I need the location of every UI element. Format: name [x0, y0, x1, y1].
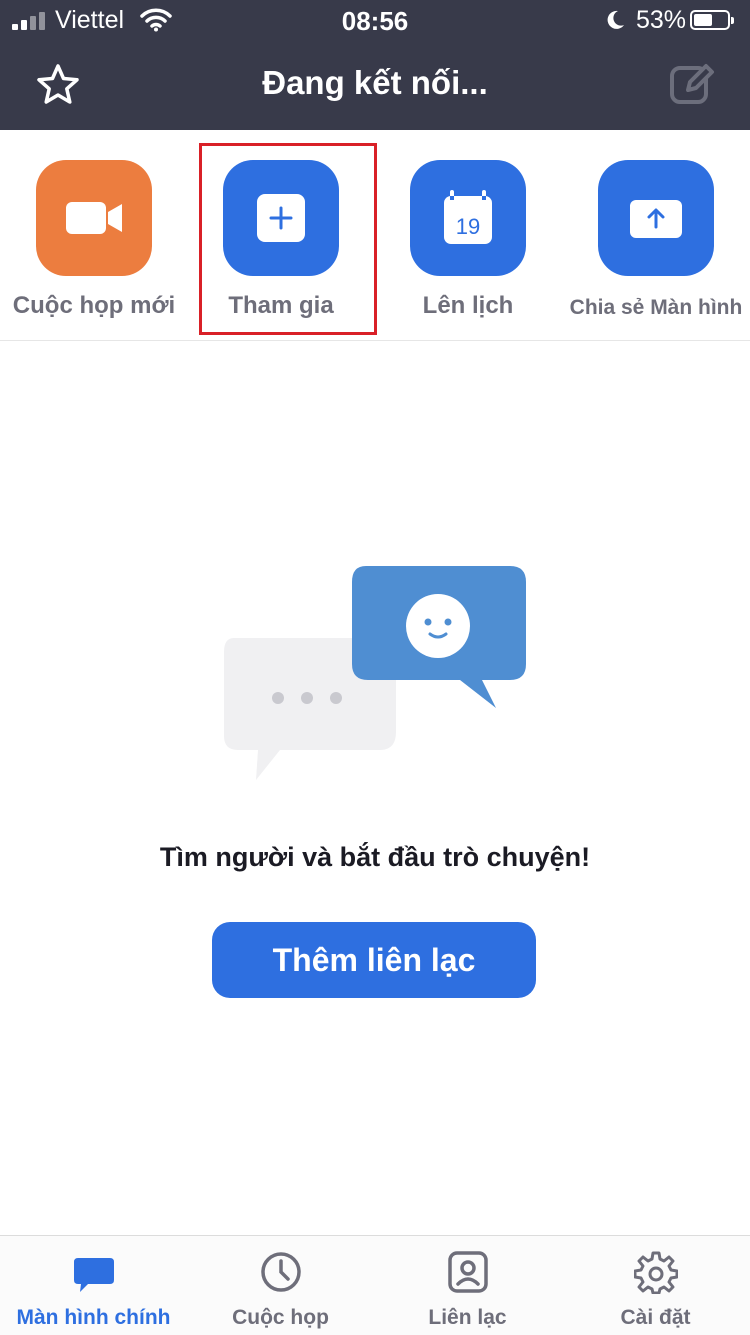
schedule-label: Lên lịch [422, 292, 514, 319]
tab-bar: Màn hình chính Cuộc họp Liên lạc Cài đặt [0, 1235, 750, 1335]
clock-icon [260, 1252, 301, 1292]
schedule-button[interactable]: 19 Lên lịch [374, 130, 562, 340]
share-screen-button[interactable]: Chia sẻ Màn hình [562, 130, 750, 340]
new-meeting-label: Cuộc họp mới [12, 292, 176, 319]
new-meeting-tile[interactable] [36, 160, 152, 276]
header-bar: Đang kết nối... [0, 40, 750, 130]
chat-bubbles-illustration [224, 566, 526, 780]
status-bar: Viettel 08:56 53% [0, 0, 750, 40]
schedule-tile[interactable]: 19 [410, 160, 526, 276]
new-meeting-button[interactable]: Cuộc họp mới [0, 130, 188, 340]
calendar-day: 19 [456, 214, 480, 239]
tab-meetings[interactable]: Cuộc họp [187, 1236, 374, 1335]
tab-contacts[interactable]: Liên lạc [374, 1236, 561, 1335]
calendar-icon: 19 [444, 190, 492, 244]
share-screen-icon [630, 200, 682, 238]
tab-settings-label: Cài đặt [620, 1306, 691, 1329]
contact-icon [447, 1251, 488, 1293]
tab-home-label: Màn hình chính [16, 1306, 171, 1329]
battery-icon [690, 10, 734, 30]
share-screen-label: Chia sẻ Màn hình [569, 296, 743, 319]
highlight-box [199, 143, 377, 335]
compose-icon[interactable] [668, 60, 716, 108]
tab-meetings-label: Cuộc họp [232, 1306, 329, 1329]
tab-home[interactable]: Màn hình chính [0, 1236, 187, 1335]
video-camera-icon [66, 202, 122, 234]
empty-state-message: Tìm người và bắt đầu trò chuyện! [159, 842, 591, 872]
battery-percent: 53% [635, 6, 686, 34]
chat-icon [73, 1258, 114, 1292]
add-contact-button[interactable]: Thêm liên lạc [212, 922, 536, 998]
gear-icon [633, 1251, 678, 1294]
do-not-disturb-icon [607, 10, 624, 29]
share-screen-tile[interactable] [598, 160, 714, 276]
page-title: Đang kết nối... [262, 64, 488, 101]
tab-contacts-label: Liên lạc [428, 1306, 507, 1329]
tab-settings[interactable]: Cài đặt [562, 1236, 749, 1335]
